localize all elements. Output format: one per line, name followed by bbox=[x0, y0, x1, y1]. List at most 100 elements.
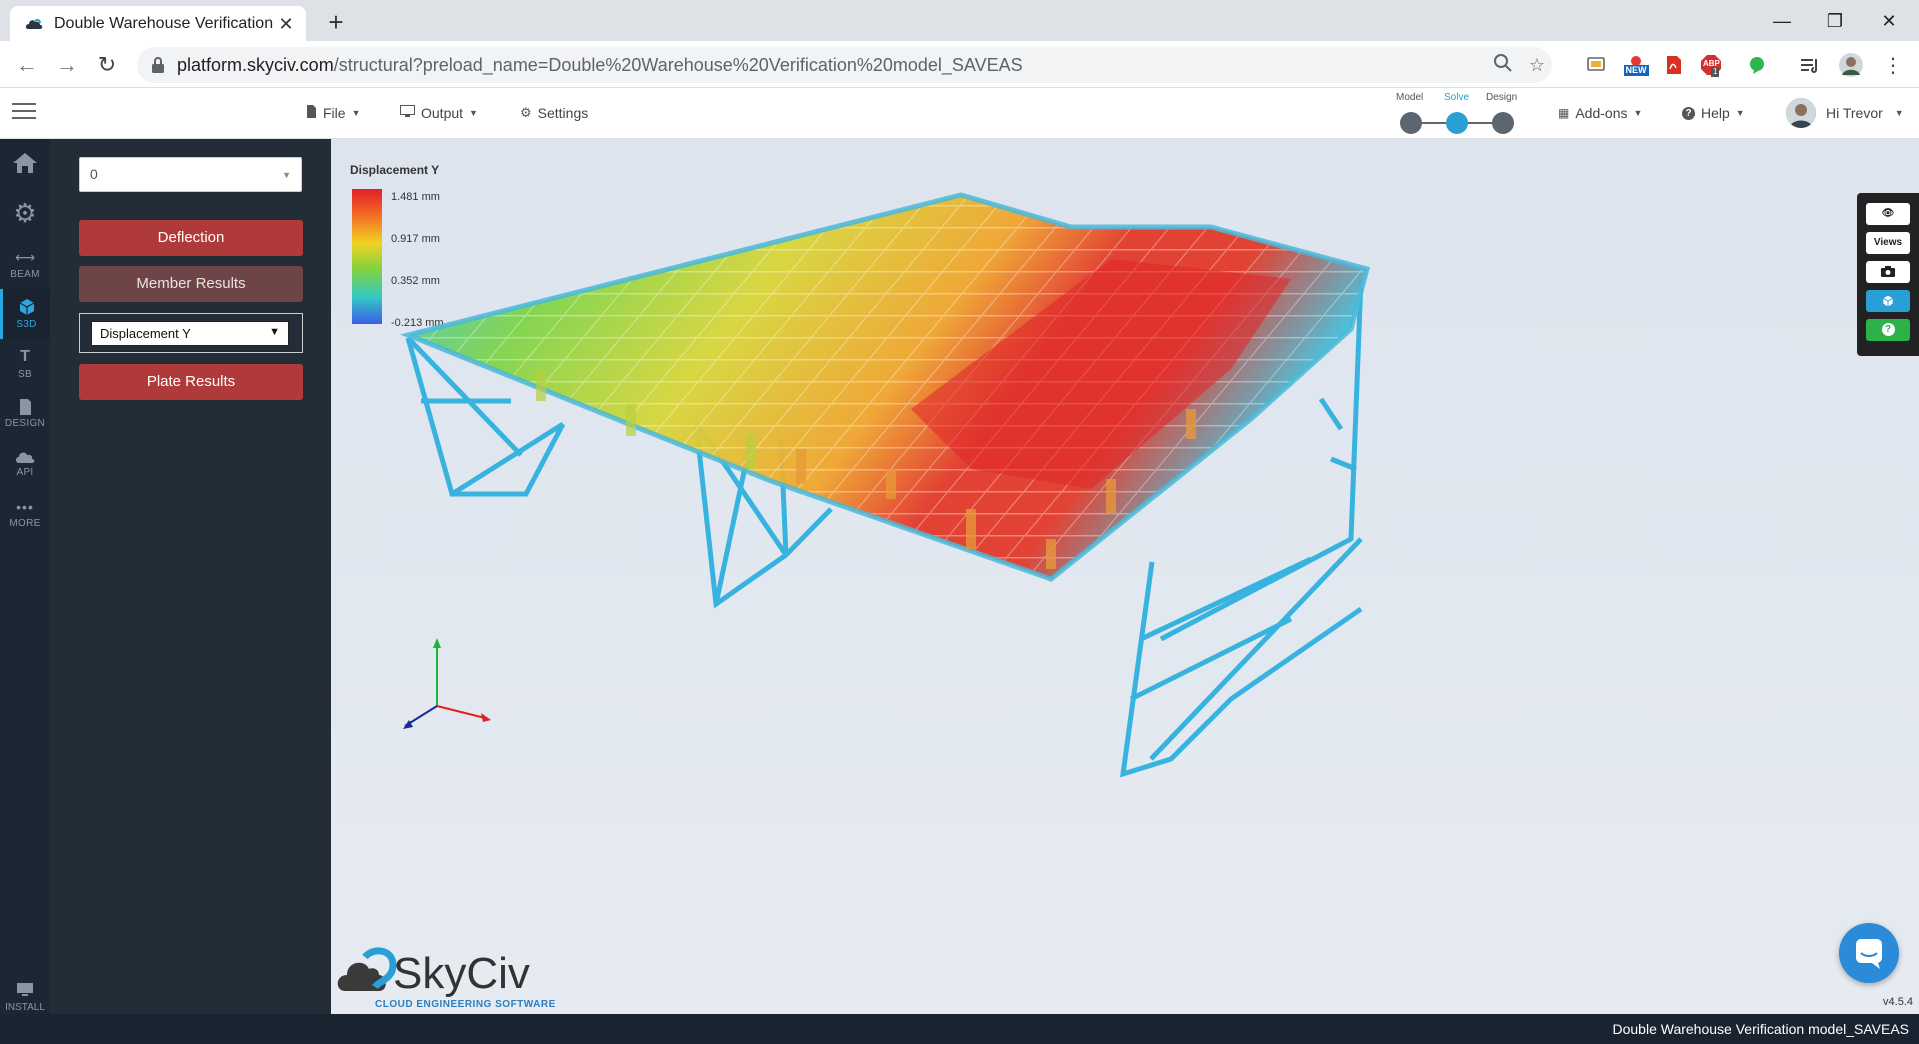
workflow-solve-label: Solve bbox=[1444, 92, 1470, 103]
chat-support-button[interactable] bbox=[1839, 923, 1899, 983]
lock-icon bbox=[152, 57, 164, 73]
desktop-icon bbox=[17, 983, 33, 996]
structure-frame bbox=[399, 192, 1371, 778]
menu-file-label: File bbox=[323, 105, 346, 121]
menu-file[interactable]: File ▼ bbox=[306, 105, 360, 121]
menu-help-label: Help bbox=[1701, 105, 1730, 121]
workflow-model-label: Model bbox=[1396, 92, 1424, 103]
pdf-extension-icon[interactable] bbox=[1661, 53, 1687, 77]
sidebar-item-s3d[interactable]: S3D bbox=[0, 289, 50, 339]
green-dot-extension-icon[interactable] bbox=[1744, 53, 1770, 77]
menu-output-label: Output bbox=[421, 105, 464, 121]
sidebar-item-beam[interactable]: ⟷ BEAM bbox=[0, 239, 50, 289]
member-results-button[interactable]: Member Results bbox=[79, 266, 303, 302]
profile-avatar-icon[interactable] bbox=[1838, 53, 1864, 77]
workflow-connector bbox=[1418, 122, 1446, 124]
home-icon bbox=[13, 152, 37, 173]
result-type-value: Displacement Y bbox=[100, 326, 191, 341]
result-type-select[interactable]: Displacement Y ▼ bbox=[91, 321, 289, 346]
back-arrow-icon[interactable]: ← bbox=[12, 50, 42, 80]
chevron-down-icon: ▼ bbox=[282, 170, 291, 180]
chevron-down-icon: ▼ bbox=[469, 108, 478, 118]
menu-settings[interactable]: ⚙ Settings bbox=[520, 105, 588, 121]
camera-screenshot-icon[interactable] bbox=[1866, 261, 1910, 283]
new-tab-plus-icon[interactable]: + bbox=[322, 8, 350, 36]
minimize-icon[interactable]: — bbox=[1759, 6, 1805, 36]
help-question-icon[interactable]: ? bbox=[1866, 319, 1910, 341]
sidebar-item-design[interactable]: DESIGN bbox=[0, 389, 50, 439]
browser-menu-icon[interactable]: ⋮ bbox=[1880, 53, 1906, 77]
address-bar[interactable]: platform.skyciv.com/structural?preload_n… bbox=[137, 47, 1552, 83]
browser-tab[interactable]: Double Warehouse Verification n ✕ bbox=[10, 6, 306, 41]
skyciv-logo: SkyCiv CLOUD ENGINEERING SOFTWARE bbox=[335, 947, 555, 1011]
reload-icon[interactable]: ↻ bbox=[92, 50, 122, 80]
sidebar-item-home[interactable] bbox=[0, 139, 50, 189]
t-section-icon: T bbox=[20, 348, 30, 365]
url-text: platform.skyciv.com/structural?preload_n… bbox=[177, 55, 1023, 76]
version-label: v4.5.4 bbox=[1883, 996, 1913, 1008]
visibility-eye-icon[interactable]: 👁 bbox=[1866, 203, 1910, 225]
load-case-value: 0 bbox=[90, 166, 98, 182]
new-badge: NEW bbox=[1623, 64, 1649, 76]
browser-tab-bar: Double Warehouse Verification n ✕ + — ❐ … bbox=[0, 0, 1919, 41]
menu-addons[interactable]: ▦ Add-ons ▼ bbox=[1558, 105, 1642, 121]
workflow-solve-node[interactable] bbox=[1446, 112, 1468, 134]
menu-help[interactable]: ? Help ▼ bbox=[1682, 105, 1745, 121]
status-bar: Double Warehouse Verification model_SAVE… bbox=[0, 1014, 1919, 1044]
results-panel: 0 ▼ Deflection Member Results Displaceme… bbox=[50, 139, 331, 1014]
sidebar-item-sb[interactable]: T SB bbox=[0, 339, 50, 389]
plate-results-button[interactable]: Plate Results bbox=[79, 364, 303, 400]
grid-icon: ▦ bbox=[1558, 106, 1570, 120]
restore-icon[interactable]: ❐ bbox=[1812, 6, 1858, 36]
window-close-icon[interactable]: ✕ bbox=[1866, 6, 1912, 36]
user-avatar[interactable] bbox=[1786, 98, 1816, 128]
tab-close-icon[interactable]: ✕ bbox=[276, 14, 296, 34]
file-icon bbox=[306, 105, 317, 121]
view-toolbar: 👁 Views ? bbox=[1857, 193, 1919, 356]
document-icon bbox=[19, 399, 31, 415]
3d-viewport[interactable]: Displacement Y 1.481 mm 0.917 mm 0.352 m… bbox=[331, 139, 1919, 1014]
url-host: platform.skyciv.com bbox=[177, 55, 334, 75]
menu-settings-label: Settings bbox=[537, 105, 589, 121]
browser-toolbar: ← → ↻ platform.skyciv.com/structural?pre… bbox=[0, 41, 1919, 88]
workflow-design-label: Design bbox=[1486, 92, 1518, 103]
question-circle-icon: ? bbox=[1682, 106, 1695, 120]
workflow-stepper: Model Solve Design bbox=[1396, 92, 1518, 136]
skyciv-favicon-icon bbox=[24, 14, 44, 34]
hamburger-menu-icon[interactable] bbox=[12, 103, 36, 123]
3d-cube-view-icon[interactable] bbox=[1866, 290, 1910, 312]
views-button[interactable]: Views bbox=[1866, 232, 1910, 254]
zoom-search-icon[interactable] bbox=[1491, 53, 1515, 77]
sidebar-item-api[interactable]: API bbox=[0, 439, 50, 489]
cube-icon bbox=[19, 299, 34, 315]
adblock-count-badge: 1 bbox=[1711, 67, 1720, 77]
app-switcher-sidebar: ⚙ ⟷ BEAM S3D T SB DESIGN API ••• MORE bbox=[0, 139, 50, 1044]
chevron-down-icon: ▼ bbox=[1894, 108, 1904, 118]
chevron-down-icon: ▼ bbox=[351, 108, 361, 118]
sidebar-item-more[interactable]: ••• MORE bbox=[0, 489, 50, 539]
sidebar-item-settings[interactable]: ⚙ bbox=[0, 189, 50, 239]
result-type-box: Displacement Y ▼ bbox=[79, 313, 303, 353]
cast-extension-icon[interactable] bbox=[1583, 53, 1609, 77]
install-label: INSTALL bbox=[5, 1002, 45, 1013]
user-menu[interactable]: Hi Trevor ▼ bbox=[1826, 105, 1904, 121]
chevron-down-icon: ▼ bbox=[1633, 108, 1643, 118]
deflection-button[interactable]: Deflection bbox=[79, 220, 303, 256]
chevron-down-icon: ▼ bbox=[1735, 108, 1745, 118]
menu-output[interactable]: Output ▼ bbox=[400, 105, 478, 121]
gear-icon: ⚙ bbox=[520, 105, 532, 120]
model-name-status: Double Warehouse Verification model_SAVE… bbox=[1612, 1021, 1910, 1037]
beam-arrows-icon: ⟷ bbox=[14, 248, 36, 265]
workflow-model-node[interactable] bbox=[1400, 112, 1422, 134]
warehouse-structure-model[interactable] bbox=[331, 139, 1919, 1014]
new-extension-icon[interactable]: NEW bbox=[1620, 53, 1652, 77]
workflow-design-node[interactable] bbox=[1492, 112, 1514, 134]
reading-list-icon[interactable] bbox=[1797, 53, 1823, 77]
bookmark-star-icon[interactable]: ☆ bbox=[1525, 53, 1549, 77]
cloud-icon bbox=[16, 452, 35, 463]
tab-title: Double Warehouse Verification n bbox=[54, 14, 276, 32]
adblock-extension-icon[interactable]: ABP 1 bbox=[1698, 53, 1724, 77]
url-path: /structural?preload_name=Double%20Wareho… bbox=[333, 55, 1023, 75]
load-case-select[interactable]: 0 ▼ bbox=[79, 157, 302, 192]
forward-arrow-icon[interactable]: → bbox=[52, 50, 82, 80]
